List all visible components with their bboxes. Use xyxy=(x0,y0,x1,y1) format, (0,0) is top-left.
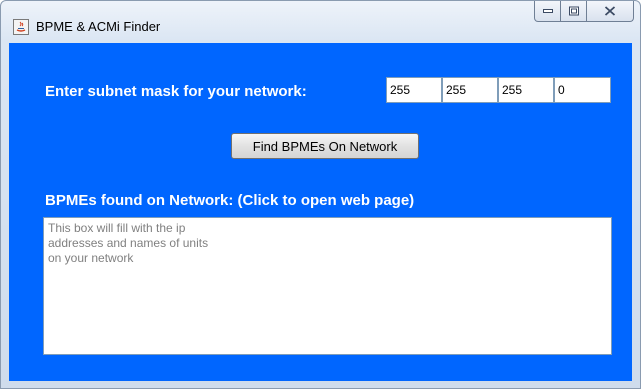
window-title: BPME & ACMi Finder xyxy=(36,19,161,34)
minimize-icon xyxy=(542,9,553,13)
subnet-octet-2-input[interactable] xyxy=(442,77,498,103)
app-window: BPME & ACMi Finder Enter subnet mask for… xyxy=(0,0,641,389)
java-icon[interactable] xyxy=(13,19,29,35)
maximize-icon xyxy=(568,6,579,16)
close-icon xyxy=(604,6,616,16)
title-bar[interactable]: BPME & ACMi Finder xyxy=(1,1,640,37)
minimize-button[interactable] xyxy=(534,1,561,22)
close-button[interactable] xyxy=(587,1,634,22)
subnet-octet-1-input[interactable] xyxy=(386,77,442,103)
find-bpmes-button[interactable]: Find BPMEs On Network xyxy=(231,133,419,159)
results-label: BPMEs found on Network: (Click to open w… xyxy=(45,192,415,209)
window-controls xyxy=(534,1,634,23)
subnet-octet-3-input[interactable] xyxy=(498,77,554,103)
maximize-button[interactable] xyxy=(561,1,587,22)
main-panel: Enter subnet mask for your network: Find… xyxy=(9,43,632,381)
results-textarea[interactable] xyxy=(43,217,612,355)
subnet-mask-label: Enter subnet mask for your network: xyxy=(45,83,307,100)
subnet-octet-4-input[interactable] xyxy=(554,77,611,103)
